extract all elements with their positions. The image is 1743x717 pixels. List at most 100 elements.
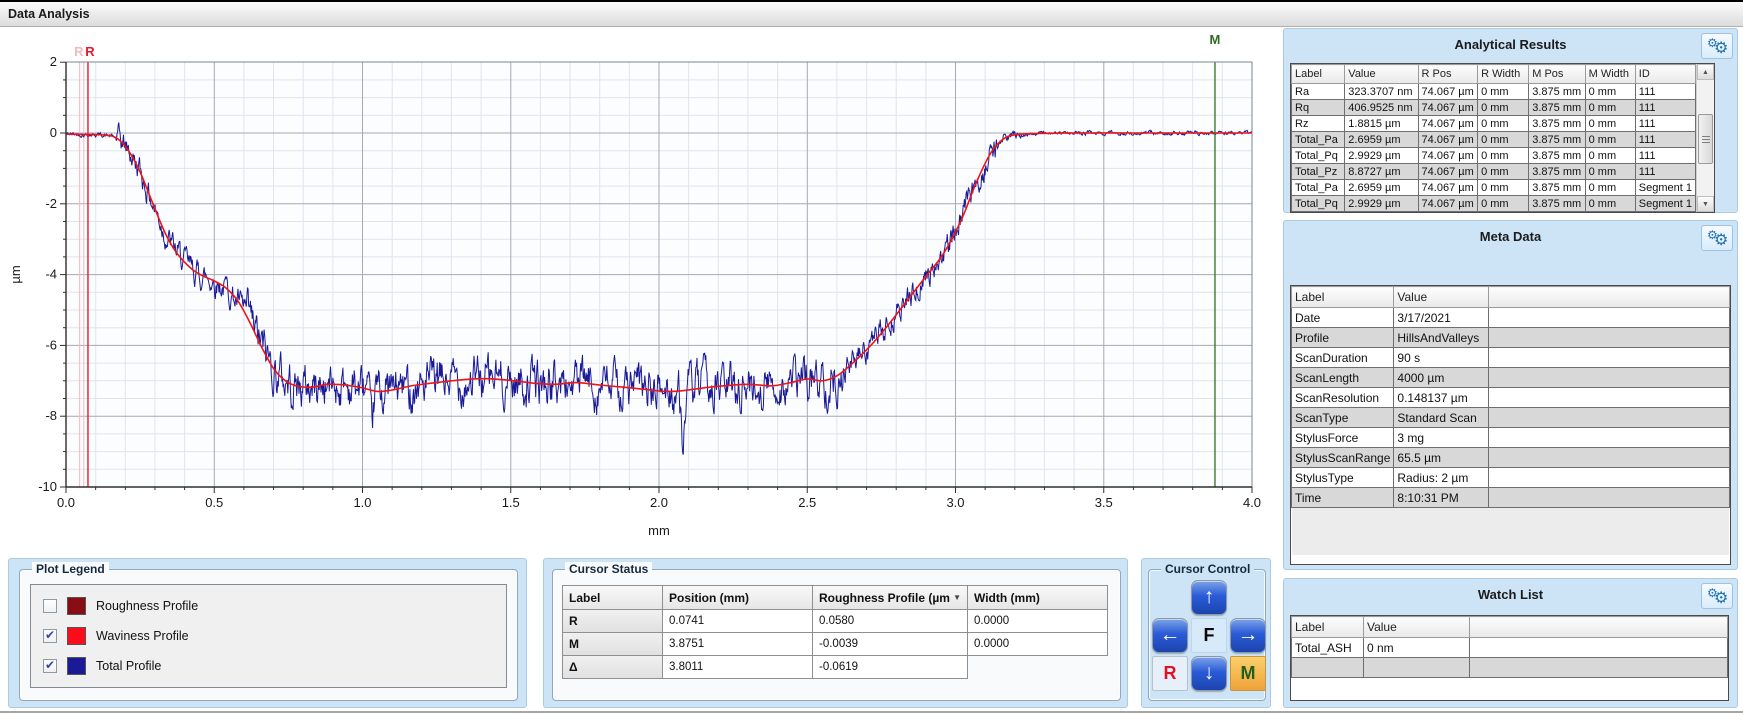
cursor-r-button[interactable]: R bbox=[1152, 656, 1188, 691]
table-cell bbox=[1489, 488, 1730, 508]
table-cell: 90 s bbox=[1394, 348, 1489, 368]
cursor-status-column-header: Label bbox=[562, 585, 663, 610]
table-row[interactable]: StylusScanRange65.5 µm bbox=[1292, 448, 1730, 468]
table-cell: 111 bbox=[1635, 132, 1695, 148]
table-row[interactable]: Total_ASH0 nm bbox=[1292, 638, 1728, 658]
table-row[interactable]: StylusTypeRadius: 2 µm bbox=[1292, 468, 1730, 488]
table-cell: Standard Scan bbox=[1394, 408, 1489, 428]
table-row[interactable]: Total_Pq2.9929 µm74.067 µm0 mm3.875 mm0 … bbox=[1292, 196, 1696, 212]
table-row[interactable]: Rq406.9525 nm74.067 µm0 mm3.875 mm0 mm11… bbox=[1292, 100, 1696, 116]
legend-checkbox-2[interactable] bbox=[43, 629, 57, 643]
table-cell: StylusForce bbox=[1292, 428, 1394, 448]
table-cell: 0 mm bbox=[1585, 84, 1635, 100]
table-cell: 65.5 µm bbox=[1394, 448, 1489, 468]
cursor-up-button[interactable]: ↑ bbox=[1191, 580, 1227, 615]
meta-data-panel: Meta Data ⚙ ⚙ LabelValueDate3/17/2021Pro… bbox=[1283, 220, 1738, 570]
table-row[interactable]: Total_Pz8.8727 µm74.067 µm0 mm3.875 mm0 … bbox=[1292, 164, 1696, 180]
column-header: R Pos bbox=[1418, 65, 1478, 84]
table-cell: Segment 1 bbox=[1635, 196, 1695, 212]
meta-data-table[interactable]: LabelValueDate3/17/2021ProfileHillsAndVa… bbox=[1291, 286, 1730, 508]
cursor-left-button[interactable]: ← bbox=[1152, 618, 1188, 653]
dropdown-arrow-icon[interactable]: ▼ bbox=[953, 593, 961, 602]
column-header: Label bbox=[1292, 65, 1345, 84]
analytical-results-settings-button[interactable]: ⚙ ⚙ bbox=[1701, 33, 1733, 59]
window-bottom-border bbox=[0, 711, 1743, 713]
cursor-status-value[interactable]: -0.0619 bbox=[812, 655, 968, 679]
table-row[interactable]: ScanTypeStandard Scan bbox=[1292, 408, 1730, 428]
table-row[interactable]: Ra323.3707 nm74.067 µm0 mm3.875 mm0 mm11… bbox=[1292, 84, 1696, 100]
table-row[interactable]: Total_Pa2.6959 µm74.067 µm0 mm3.875 mm0 … bbox=[1292, 180, 1696, 196]
table-cell: Radius: 2 µm bbox=[1394, 468, 1489, 488]
plot-legend-groupbox: Plot Legend Roughness ProfileWaviness Pr… bbox=[19, 569, 518, 701]
cursor-right-button[interactable]: → bbox=[1230, 618, 1266, 653]
watch-list-table[interactable]: LabelValueTotal_ASH0 nm bbox=[1291, 616, 1728, 678]
down-arrow-icon: ↓ bbox=[1204, 661, 1215, 684]
cursor-status-value[interactable]: 0.0000 bbox=[967, 609, 1108, 633]
table-row[interactable]: ProfileHillsAndValleys bbox=[1292, 328, 1730, 348]
series-color-swatch bbox=[67, 627, 86, 645]
table-cell: HillsAndValleys bbox=[1394, 328, 1489, 348]
table-cell: Total_ASH bbox=[1292, 638, 1364, 658]
profile-select-header[interactable]: Roughness Profile (µm▼ bbox=[812, 585, 968, 610]
table-row[interactable]: ScanResolution0.148137 µm bbox=[1292, 388, 1730, 408]
table-row[interactable] bbox=[1292, 658, 1728, 678]
table-row[interactable]: StylusForce3 mg bbox=[1292, 428, 1730, 448]
table-cell: 2.6959 µm bbox=[1345, 132, 1418, 148]
table-row[interactable]: ScanDuration90 s bbox=[1292, 348, 1730, 368]
table-cell: 3/17/2021 bbox=[1394, 308, 1489, 328]
cursor-m-button[interactable]: M bbox=[1230, 656, 1266, 691]
column-header: Value bbox=[1394, 287, 1489, 308]
scroll-up-button[interactable]: ▲ bbox=[1697, 64, 1714, 80]
meta-data-settings-button[interactable]: ⚙ ⚙ bbox=[1701, 225, 1733, 251]
cursor-down-button[interactable]: ↓ bbox=[1191, 656, 1227, 691]
table-cell: 111 bbox=[1635, 84, 1695, 100]
page-title: Data Analysis bbox=[8, 2, 90, 26]
legend-checkbox-1[interactable] bbox=[43, 599, 57, 613]
table-cell: 0 mm bbox=[1478, 148, 1529, 164]
cursor-r-label[interactable]: R bbox=[85, 44, 95, 59]
table-cell: 1.8815 µm bbox=[1345, 116, 1418, 132]
legend-item: Waviness Profile bbox=[31, 621, 506, 651]
svg-text:-8: -8 bbox=[45, 408, 57, 423]
cursor-f-button[interactable]: F bbox=[1191, 618, 1227, 653]
table-cell: 2.9929 µm bbox=[1345, 148, 1418, 164]
table-cell: 3.875 mm bbox=[1529, 148, 1585, 164]
table-row[interactable]: Total_Pa2.6959 µm74.067 µm0 mm3.875 mm0 … bbox=[1292, 132, 1696, 148]
scrollbar-track[interactable] bbox=[1697, 80, 1714, 196]
scrollbar-thumb[interactable] bbox=[1698, 114, 1713, 164]
table-row[interactable]: Rz1.8815 µm74.067 µm0 mm3.875 mm0 mm111 bbox=[1292, 116, 1696, 132]
cursor-status-value[interactable]: 3.8011 bbox=[662, 655, 813, 679]
legend-item: Total Profile bbox=[31, 651, 506, 681]
table-row[interactable]: Total_Pq2.9929 µm74.067 µm0 mm3.875 mm0 … bbox=[1292, 148, 1696, 164]
svg-text:3.5: 3.5 bbox=[1095, 495, 1113, 510]
table-row[interactable]: ScanLength4000 µm bbox=[1292, 368, 1730, 388]
legend-checkbox-3[interactable] bbox=[43, 659, 57, 673]
cursor-status-column-header: Width (mm) bbox=[967, 585, 1108, 610]
vertical-scrollbar[interactable]: ▲ ▼ bbox=[1696, 64, 1714, 212]
cursor-status-value[interactable]: 3.8751 bbox=[662, 632, 813, 656]
svg-text:0.5: 0.5 bbox=[205, 495, 223, 510]
table-cell: 3.875 mm bbox=[1529, 116, 1585, 132]
table-cell: Total_Pz bbox=[1292, 164, 1345, 180]
svg-text:2.5: 2.5 bbox=[798, 495, 816, 510]
svg-text:-4: -4 bbox=[45, 267, 57, 282]
table-cell: StylusScanRange bbox=[1292, 448, 1394, 468]
analytical-results-table[interactable]: LabelValueR PosR WidthM PosM WidthIDRa32… bbox=[1291, 64, 1696, 212]
cursor-status-value[interactable]: 0.0741 bbox=[662, 609, 813, 633]
cursor-status-panel: Cursor Status LabelPosition (mm)Roughnes… bbox=[543, 558, 1128, 708]
cursor-status-value[interactable]: -0.0039 bbox=[812, 632, 968, 656]
table-cell: StylusType bbox=[1292, 468, 1394, 488]
table-row[interactable]: Time8:10:31 PM bbox=[1292, 488, 1730, 508]
column-header bbox=[1469, 617, 1727, 638]
cursor-m-label[interactable]: M bbox=[1210, 32, 1221, 47]
scroll-down-button[interactable]: ▼ bbox=[1697, 196, 1714, 212]
table-empty-area bbox=[1292, 678, 1727, 700]
column-header: R Width bbox=[1478, 65, 1529, 84]
right-arrow-icon: → bbox=[1238, 623, 1259, 646]
profile-chart[interactable]: 0.00.51.01.52.02.53.03.54.020-2-4-6-8-10… bbox=[0, 0, 1280, 545]
table-row[interactable]: Date3/17/2021 bbox=[1292, 308, 1730, 328]
cursor-status-value[interactable]: 0.0580 bbox=[812, 609, 968, 633]
watch-list-settings-button[interactable]: ⚙ ⚙ bbox=[1701, 583, 1733, 609]
cursor-status-value[interactable]: 0.0000 bbox=[967, 632, 1108, 656]
series-color-swatch bbox=[67, 657, 86, 675]
